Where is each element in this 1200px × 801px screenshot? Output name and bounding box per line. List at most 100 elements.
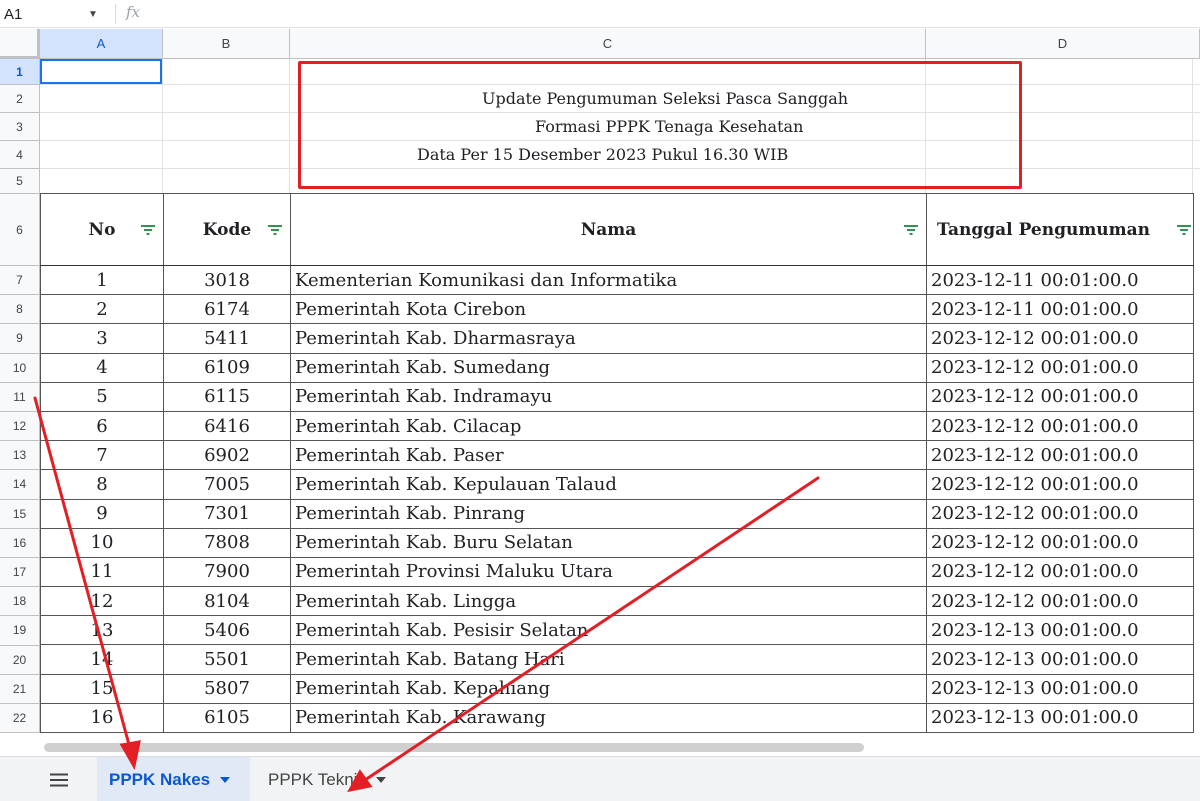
row-header-6[interactable]: 6	[0, 194, 40, 266]
cell-kode[interactable]: 6416	[163, 410, 291, 442]
cell-no[interactable]: 12	[40, 586, 164, 617]
sheet-tab-pppk-teknis[interactable]: PPPK Teknis	[256, 757, 406, 801]
sheet-tab-pppk-nakes[interactable]: PPPK Nakes	[97, 757, 250, 801]
cell-nama[interactable]: Pemerintah Kab. Paser	[290, 440, 927, 471]
cell-nama[interactable]: Pemerintah Kab. Lingga	[290, 586, 927, 617]
header-cell-nama[interactable]: Nama	[290, 193, 927, 266]
column-header-c[interactable]: C	[290, 29, 926, 59]
cell-nama[interactable]: Pemerintah Kab. Pinrang	[290, 498, 927, 529]
filter-icon[interactable]	[268, 225, 282, 235]
cell-tanggal[interactable]: 2023-12-11 00:01:00.0	[926, 294, 1194, 325]
cell-tanggal[interactable]: 2023-12-12 00:01:00.0	[926, 469, 1194, 500]
row-header-2[interactable]: 2	[0, 85, 40, 113]
column-header-b[interactable]: B	[163, 29, 290, 59]
cell-no[interactable]: 15	[40, 673, 164, 704]
filter-icon[interactable]	[904, 225, 918, 235]
row-header-1[interactable]: 1	[0, 59, 40, 85]
cell-kode[interactable]: 7301	[163, 498, 291, 529]
cell-tanggal[interactable]: 2023-12-12 00:01:00.0	[926, 352, 1194, 383]
cell-kode[interactable]: 7808	[163, 527, 291, 558]
filter-icon[interactable]	[1177, 225, 1191, 235]
column-header-d[interactable]: D	[926, 29, 1200, 59]
row-header-20[interactable]: 20	[0, 645, 40, 675]
cell-tanggal[interactable]: 2023-12-13 00:01:00.0	[926, 615, 1194, 646]
cell-kode[interactable]: 6174	[163, 294, 291, 325]
row-header-14[interactable]: 14	[0, 470, 40, 500]
row-header-3[interactable]: 3	[0, 113, 40, 141]
cell-no[interactable]: 4	[40, 352, 164, 383]
scrollbar-thumb[interactable]	[44, 743, 864, 752]
cell-kode[interactable]: 6115	[163, 381, 291, 412]
row-header-15[interactable]: 15	[0, 499, 40, 529]
cell-no[interactable]: 7	[40, 440, 164, 471]
row-header-21[interactable]: 21	[0, 674, 40, 704]
cell-tanggal[interactable]: 2023-12-13 00:01:00.0	[926, 644, 1194, 675]
row-header-11[interactable]: 11	[0, 382, 40, 412]
cell-tanggal[interactable]: 2023-12-12 00:01:00.0	[926, 586, 1194, 617]
filter-icon[interactable]	[141, 225, 155, 235]
cell-nama[interactable]: Pemerintah Kab. Sumedang	[290, 352, 927, 383]
chevron-down-icon[interactable]	[375, 776, 386, 783]
row-header-19[interactable]: 19	[0, 616, 40, 646]
cell-kode[interactable]: 7005	[163, 469, 291, 500]
cell-nama[interactable]: Pemerintah Kota Cirebon	[290, 294, 927, 325]
header-cell-tanggal[interactable]: Tanggal Pengumuman	[926, 193, 1194, 266]
cell-kode[interactable]: 7900	[163, 556, 291, 588]
cell-nama[interactable]: Pemerintah Kab. Cilacap	[290, 410, 927, 442]
chevron-down-icon[interactable]	[220, 776, 231, 783]
cell-nama[interactable]: Pemerintah Provinsi Maluku Utara	[290, 556, 927, 588]
cell-no[interactable]: 14	[40, 644, 164, 675]
cell-tanggal[interactable]: 2023-12-12 00:01:00.0	[926, 498, 1194, 529]
cell-kode[interactable]: 8104	[163, 586, 291, 617]
name-box[interactable]: A1 ▼	[0, 0, 110, 28]
cell-kode[interactable]: 6105	[163, 702, 291, 734]
cell-tanggal[interactable]: 2023-12-12 00:01:00.0	[926, 527, 1194, 558]
cell-no[interactable]: 16	[40, 702, 164, 734]
cell-nama[interactable]: Pemerintah Kab. Pesisir Selatan	[290, 615, 927, 646]
header-cell-no[interactable]: No	[40, 193, 164, 266]
cell-nama[interactable]: Kementerian Komunikasi dan Informatika	[290, 264, 927, 296]
header-cell-kode[interactable]: Kode	[163, 193, 291, 266]
cell-tanggal[interactable]: 2023-12-13 00:01:00.0	[926, 702, 1194, 734]
cell-tanggal[interactable]: 2023-12-12 00:01:00.0	[926, 556, 1194, 588]
row-header-12[interactable]: 12	[0, 412, 40, 442]
cell-nama[interactable]: Pemerintah Kab. Kepahiang	[290, 673, 927, 704]
cell-no[interactable]: 10	[40, 527, 164, 558]
cell-kode[interactable]: 6902	[163, 440, 291, 471]
row-header-16[interactable]: 16	[0, 528, 40, 558]
row-header-22[interactable]: 22	[0, 704, 40, 734]
active-cell-a1[interactable]	[40, 59, 162, 84]
row-header-9[interactable]: 9	[0, 324, 40, 354]
cell-no[interactable]: 5	[40, 381, 164, 412]
cell-kode[interactable]: 6109	[163, 352, 291, 383]
horizontal-scrollbar[interactable]	[40, 739, 1200, 755]
cell-grid[interactable]: Update Pengumuman Seleksi Pasca Sanggah …	[40, 59, 1200, 739]
cell-tanggal[interactable]: 2023-12-12 00:01:00.0	[926, 440, 1194, 471]
cell-tanggal[interactable]: 2023-12-12 00:01:00.0	[926, 410, 1194, 442]
cell-no[interactable]: 6	[40, 410, 164, 442]
cell-kode[interactable]: 5501	[163, 644, 291, 675]
cell-nama[interactable]: Pemerintah Kab. Buru Selatan	[290, 527, 927, 558]
row-header-13[interactable]: 13	[0, 441, 40, 471]
row-header-5[interactable]: 5	[0, 169, 40, 194]
cell-nama[interactable]: Pemerintah Kab. Batang Hari	[290, 644, 927, 675]
cell-kode[interactable]: 5406	[163, 615, 291, 646]
row-header-10[interactable]: 10	[0, 353, 40, 383]
row-header-7[interactable]: 7	[0, 266, 40, 296]
cell-tanggal[interactable]: 2023-12-12 00:01:00.0	[926, 381, 1194, 412]
all-sheets-menu-button[interactable]	[44, 767, 74, 793]
row-header-17[interactable]: 17	[0, 558, 40, 588]
cell-tanggal[interactable]: 2023-12-13 00:01:00.0	[926, 673, 1194, 704]
row-header-18[interactable]: 18	[0, 587, 40, 617]
cell-nama[interactable]: Pemerintah Kab. Kepulauan Talaud	[290, 469, 927, 500]
cell-nama[interactable]: Pemerintah Kab. Indramayu	[290, 381, 927, 412]
cell-no[interactable]: 11	[40, 556, 164, 588]
cell-no[interactable]: 13	[40, 615, 164, 646]
cell-no[interactable]: 8	[40, 469, 164, 500]
row-header-8[interactable]: 8	[0, 295, 40, 325]
cell-no[interactable]: 1	[40, 264, 164, 296]
cell-kode[interactable]: 5807	[163, 673, 291, 704]
cell-tanggal[interactable]: 2023-12-11 00:01:00.0	[926, 264, 1194, 296]
cell-nama[interactable]: Pemerintah Kab. Karawang	[290, 702, 927, 734]
cell-nama[interactable]: Pemerintah Kab. Dharmasraya	[290, 323, 927, 354]
